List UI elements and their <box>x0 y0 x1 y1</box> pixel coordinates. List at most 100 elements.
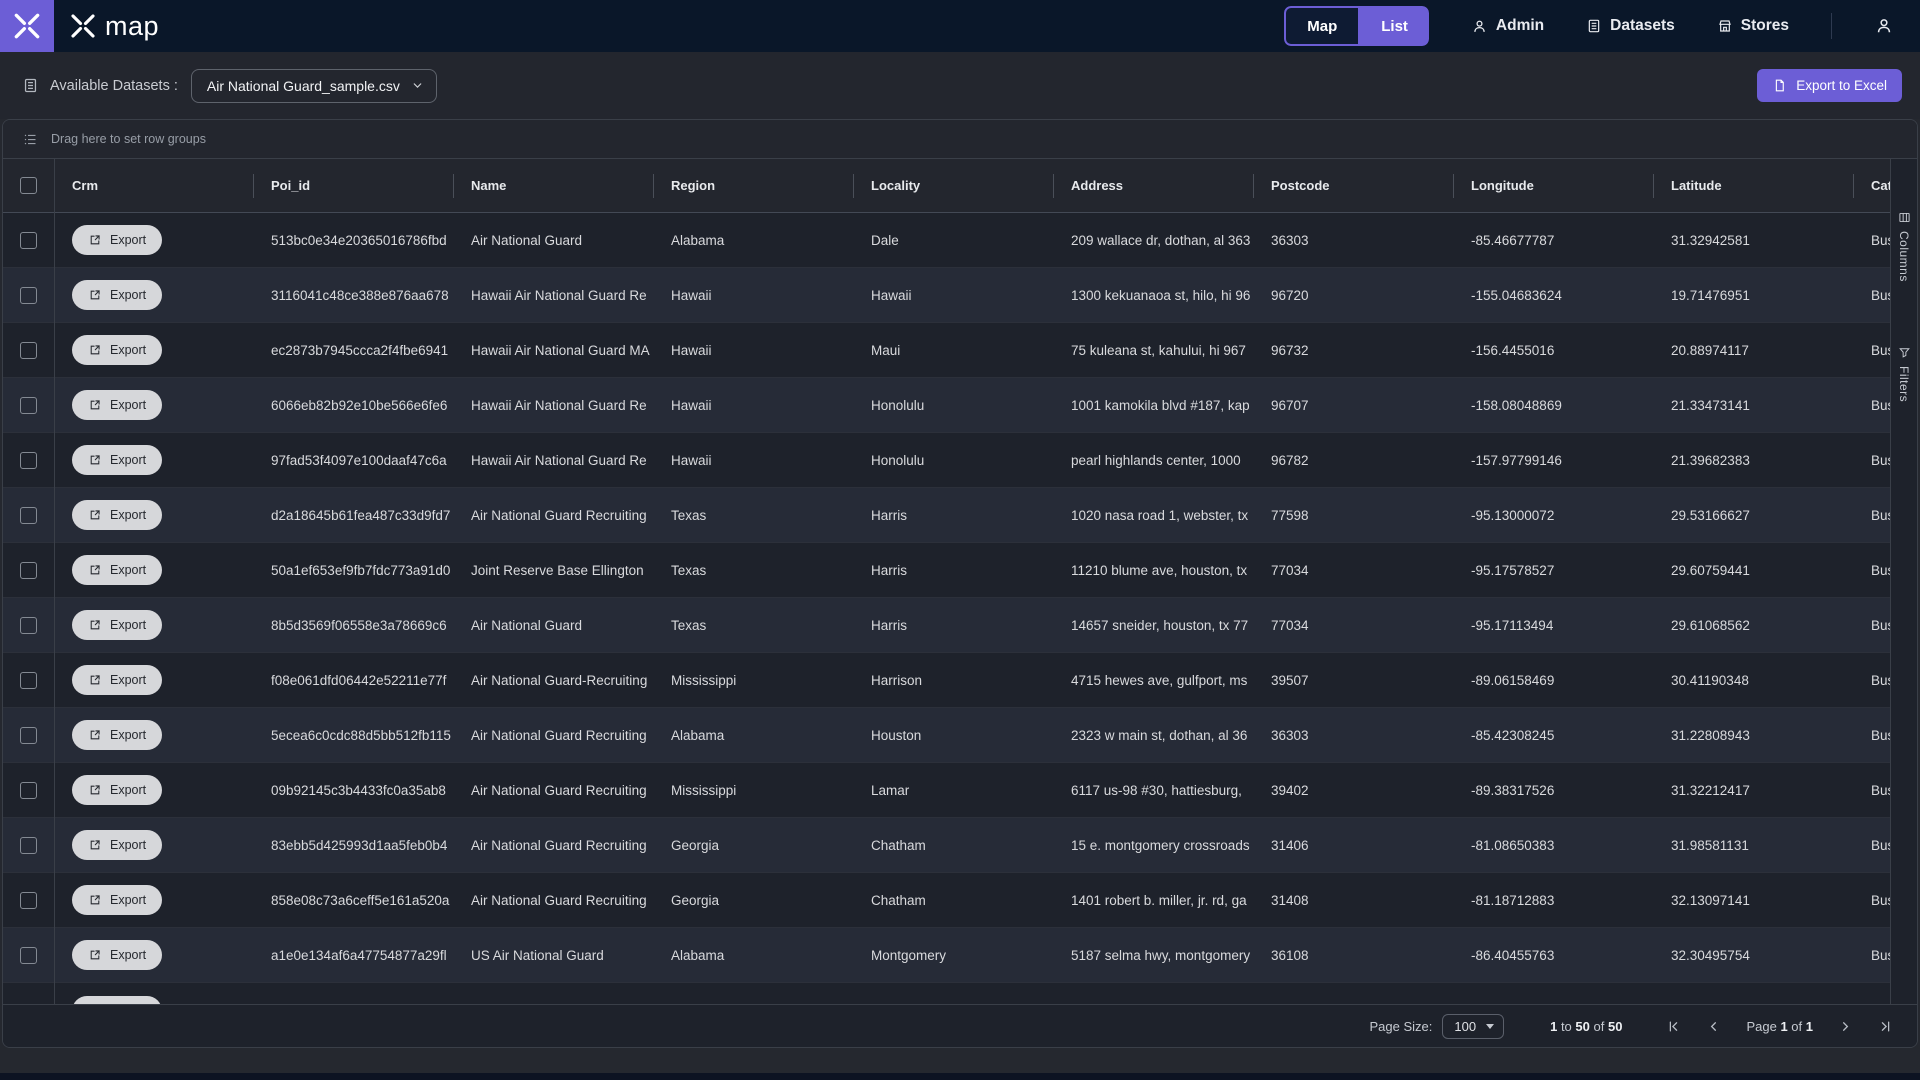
row-export-label: Export <box>110 948 147 962</box>
cell-poi_id: 513bc0e34e20365016786fbd <box>271 232 447 248</box>
select-all-checkbox[interactable] <box>20 177 37 194</box>
column-header-address[interactable]: Address <box>1053 159 1253 212</box>
page-size-select[interactable]: 100 <box>1442 1013 1505 1039</box>
table-row: Export 513bc0e34e20365016786fbd Air Natio… <box>3 213 1917 268</box>
row-checkbox[interactable] <box>20 836 37 854</box>
cell-latitude: 31.32212417 <box>1671 782 1750 798</box>
row-export-button[interactable]: Export <box>72 830 163 860</box>
row-checkbox[interactable] <box>20 341 37 359</box>
row-checkbox[interactable] <box>20 451 37 469</box>
row-checkbox[interactable] <box>20 396 37 414</box>
cell-postcode: 39507 <box>1271 672 1309 688</box>
cell-region: Hawaii <box>671 397 712 413</box>
cell-latitude: 31.98581131 <box>1671 837 1749 853</box>
cell-address: 1401 robert b. miller, jr. rd, ga <box>1071 892 1247 908</box>
row-export-button[interactable]: Export <box>72 555 163 585</box>
column-header-poi_id[interactable]: Poi_id <box>253 159 453 212</box>
first-page-icon[interactable] <box>1666 1019 1681 1034</box>
column-header-postcode[interactable]: Postcode <box>1253 159 1453 212</box>
column-header-name[interactable]: Name <box>453 159 653 212</box>
column-header-crm[interactable]: Crm <box>54 159 253 212</box>
row-checkbox[interactable] <box>20 231 37 249</box>
cell-address: 1001 kamokila blvd #187, kap <box>1071 397 1250 413</box>
row-export-button[interactable]: Export <box>72 665 163 695</box>
row-checkbox[interactable] <box>20 506 37 524</box>
nav-datasets[interactable]: Datasets <box>1586 17 1675 35</box>
row-export-button[interactable]: Export <box>72 225 163 255</box>
dataset-select[interactable]: Air National Guard_sample.csv <box>190 68 437 103</box>
row-export-label: Export <box>110 398 147 412</box>
last-page-icon[interactable] <box>1878 1019 1893 1034</box>
nav-stores[interactable]: Stores <box>1717 17 1789 35</box>
row-checkbox[interactable] <box>20 891 37 909</box>
row-checkbox[interactable] <box>20 286 37 304</box>
cell-longitude: -81.18712883 <box>1471 892 1555 908</box>
row-export-button[interactable]: Export <box>72 940 163 970</box>
row-export-button[interactable]: Export <box>72 445 163 475</box>
row-export-button[interactable]: Export <box>72 885 163 915</box>
row-export-button[interactable]: Export <box>72 610 163 640</box>
column-header-latitude[interactable]: Latitude <box>1653 159 1853 212</box>
cell-latitude: 21.39682383 <box>1671 452 1750 468</box>
cell-poi_id: d2a18645b61fea487c33d9fd7 <box>271 507 451 523</box>
cell-region: Texas <box>671 562 707 578</box>
row-checkbox[interactable] <box>20 946 37 964</box>
row-checkbox[interactable] <box>20 726 37 744</box>
row-checkbox[interactable] <box>20 671 37 689</box>
table-row: Export 3116041c48ce388e876aa678 Hawaii Ai… <box>3 268 1917 323</box>
row-checkbox[interactable] <box>20 616 37 634</box>
cell-region: Alabama <box>671 947 725 963</box>
row-export-button[interactable]: Export <box>72 335 163 365</box>
row-export-button[interactable]: Export <box>72 280 163 310</box>
user-icon[interactable] <box>1874 16 1894 36</box>
column-header-longitude[interactable]: Longitude <box>1453 159 1653 212</box>
export-to-excel-button[interactable]: Export to Excel <box>1757 69 1902 102</box>
column-header-locality[interactable]: Locality <box>853 159 1053 212</box>
table-row: Export 8b5d3569f06558e3a78669c6 Air Natio… <box>3 598 1917 653</box>
tab-filters[interactable]: Filters <box>1897 346 1911 402</box>
cell-region: Hawaii <box>671 287 712 303</box>
logo-square <box>0 0 54 52</box>
row-checkbox[interactable] <box>20 781 37 799</box>
cell-longitude: -85.46677787 <box>1471 232 1555 248</box>
cell-poi_id: 6066eb82b92e10be566e6fe6 <box>271 397 448 413</box>
cell-locality: Harrison <box>871 672 923 688</box>
row-export-label: Export <box>110 233 147 247</box>
toggle-list-button[interactable]: List <box>1360 6 1429 46</box>
table-row: Export 858e08c73a6ceff5e161a520a Air Nati… <box>3 873 1917 928</box>
prev-page-icon[interactable] <box>1706 1019 1721 1034</box>
view-toggle: Map List <box>1284 6 1429 46</box>
nav-divider <box>1831 13 1832 39</box>
cell-postcode: 77598 <box>1271 507 1309 523</box>
cell-poi_id: 09b92145c3b4433fc0a35ab8 <box>271 782 446 798</box>
row-export-button[interactable]: Export <box>72 720 163 750</box>
nav-admin[interactable]: Admin <box>1471 17 1544 35</box>
row-export-button[interactable]: Export <box>72 390 163 420</box>
export-icon <box>88 288 102 302</box>
table-row: Export 09b92145c3b4433fc0a35ab8 Air Natio… <box>3 763 1917 818</box>
row-checkbox[interactable] <box>20 561 37 579</box>
next-page-icon[interactable] <box>1838 1019 1853 1034</box>
cell-longitude: -95.13000072 <box>1471 507 1555 523</box>
row-export-label: Export <box>110 563 147 577</box>
table-row: Export ec2873b7945ccca2f4fbe6941 Hawaii A… <box>3 323 1917 378</box>
row-groups-dropzone[interactable]: Drag here to set row groups <box>3 120 1917 159</box>
column-header-region[interactable]: Region <box>653 159 853 212</box>
cell-locality: Harris <box>871 507 907 523</box>
cell-name: Hawaii Air National Guard Re <box>471 287 647 303</box>
available-datasets-label: Available Datasets : <box>50 77 178 94</box>
cell-name: Air National Guard Recruiting <box>471 837 647 853</box>
cell-region: Mississippi <box>671 782 737 798</box>
toggle-map-button[interactable]: Map <box>1284 6 1361 46</box>
cell-poi_id: 83ebb5d425993d1aa5feb0b4 <box>271 837 448 853</box>
export-icon <box>88 563 102 577</box>
row-export-label: Export <box>110 343 147 357</box>
row-groups-hint: Drag here to set row groups <box>51 132 206 146</box>
export-icon <box>88 728 102 742</box>
cell-latitude: 21.33473141 <box>1671 397 1750 413</box>
tab-columns[interactable]: Columns <box>1897 211 1911 282</box>
row-export-button[interactable]: Export <box>72 775 163 805</box>
row-export-button[interactable]: Export <box>72 500 163 530</box>
export-icon <box>88 948 102 962</box>
cell-locality: Honolulu <box>871 452 925 468</box>
